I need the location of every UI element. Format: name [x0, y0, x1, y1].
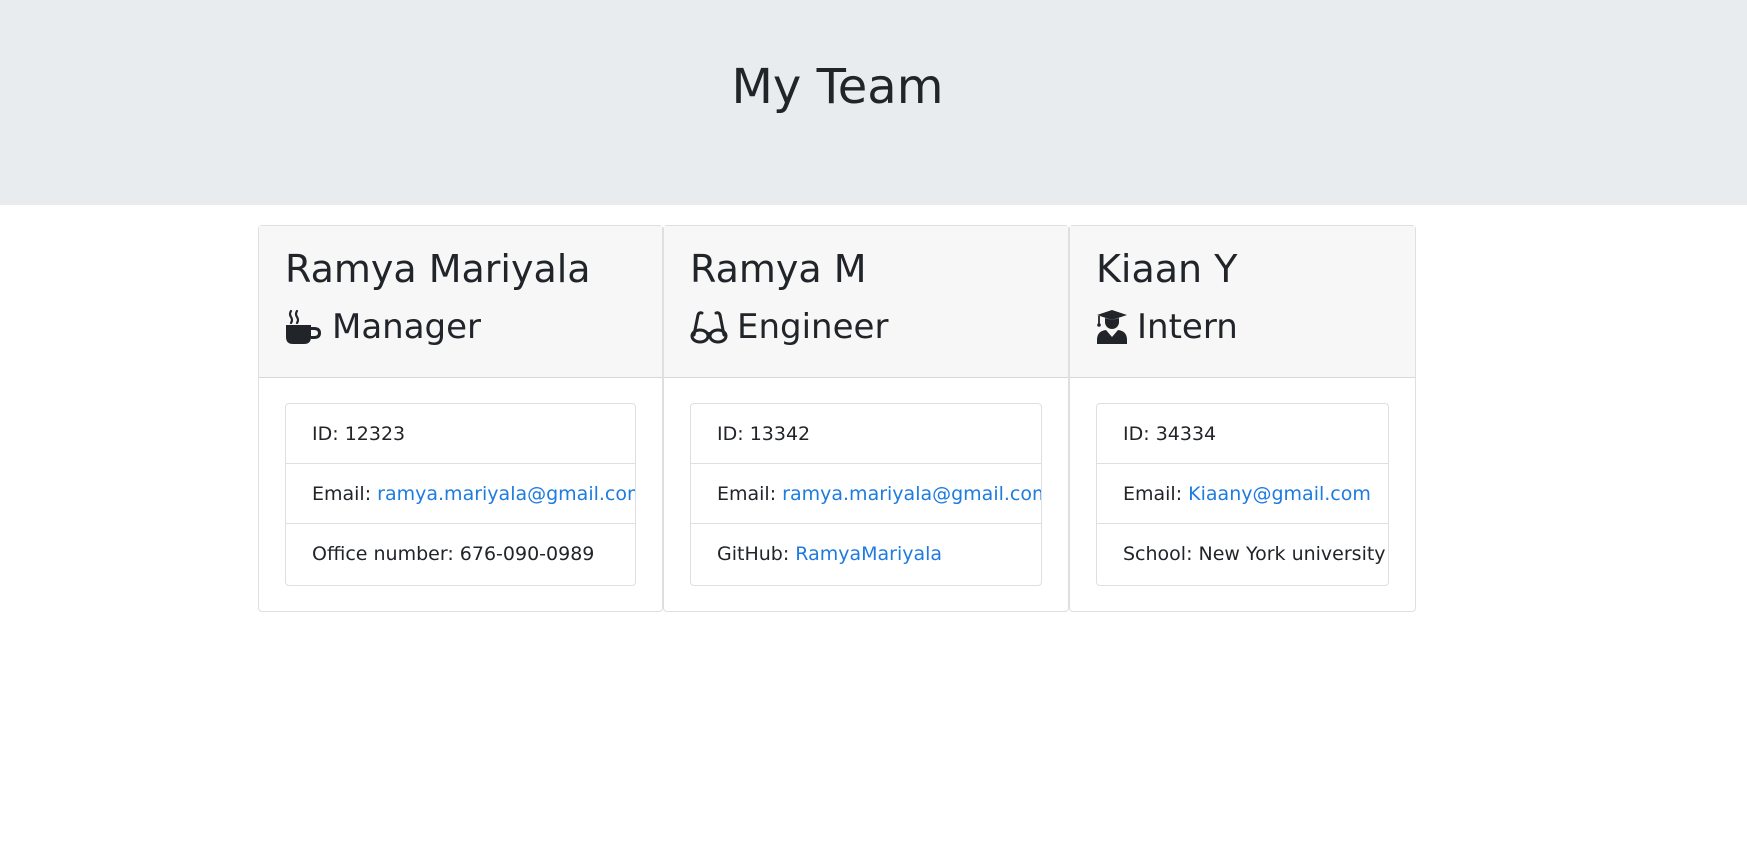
employee-email: Email: ramya.mariyala@gmail.com — [286, 464, 635, 524]
github-link[interactable]: RamyaMariyala — [795, 543, 942, 565]
card-header: Kiaan Y Intern — [1070, 226, 1415, 378]
page-header: My Team — [0, 0, 1747, 205]
employee-name: Ramya Mariyala — [285, 247, 591, 291]
card-header: Ramya M Engineer — [664, 226, 1068, 378]
employee-name: Ramya M — [690, 247, 867, 291]
employee-role: Engineer — [690, 302, 888, 352]
office-number: Office number: 676-090-0989 — [312, 543, 595, 565]
school-name: School: New York university — [1123, 543, 1386, 565]
email-link[interactable]: ramya.mariyala@gmail.com — [782, 483, 1041, 505]
employee-role: Intern — [1096, 302, 1238, 352]
employee-card-manager: Ramya Mariyala Manager ID: 12323 Email: … — [258, 225, 663, 612]
employee-id: ID: 12323 — [286, 404, 635, 464]
glasses-icon — [690, 309, 728, 345]
employee-card-intern: Kiaan Y Intern ID: 34334 Email: Kiaany@g… — [1069, 225, 1416, 612]
employee-card-engineer: Ramya M Engineer ID: 13342 Email: ramya.… — [663, 225, 1069, 612]
employee-id: ID: 34334 — [1097, 404, 1388, 464]
coffee-mug-icon — [285, 309, 323, 345]
card-header: Ramya Mariyala Manager — [259, 226, 662, 378]
employee-role: Manager — [285, 302, 481, 352]
employee-role-label: Engineer — [737, 307, 889, 347]
github-username: GitHub: RamyaMariyala — [717, 543, 943, 565]
employee-role-label: Manager — [332, 307, 482, 347]
employee-details: ID: 34334 Email: Kiaany@gmail.com School… — [1096, 403, 1389, 586]
graduate-icon — [1096, 309, 1128, 345]
employee-email: Email: Kiaany@gmail.com — [1097, 464, 1388, 524]
employee-details: ID: 13342 Email: ramya.mariyala@gmail.co… — [690, 403, 1042, 586]
employee-name: Kiaan Y — [1096, 247, 1238, 291]
employee-id: ID: 13342 — [691, 404, 1041, 464]
email-link[interactable]: ramya.mariyala@gmail.com — [377, 483, 635, 505]
email-link[interactable]: Kiaany@gmail.com — [1188, 483, 1371, 505]
employee-details: ID: 12323 Email: ramya.mariyala@gmail.co… — [285, 403, 636, 586]
employee-email: Email: ramya.mariyala@gmail.com — [691, 464, 1041, 524]
page-title: My Team — [731, 59, 944, 115]
employee-role-label: Intern — [1137, 307, 1238, 347]
